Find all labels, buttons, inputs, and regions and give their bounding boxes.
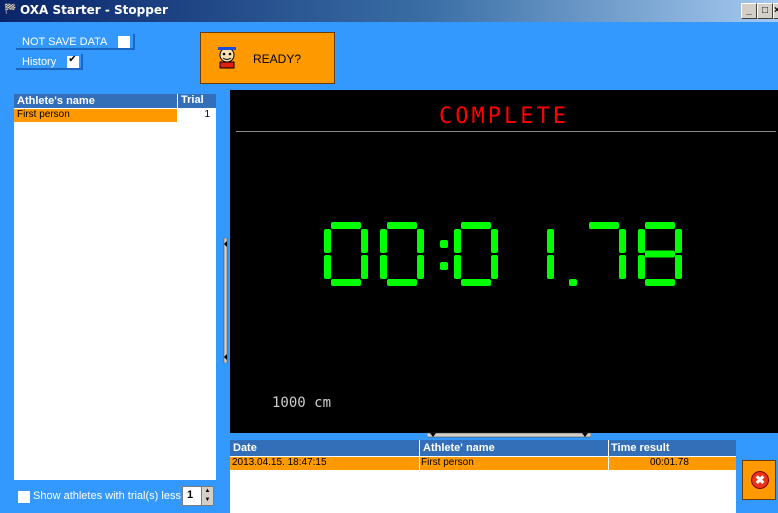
time-digits: [324, 222, 682, 286]
close-circle-icon: ✖: [751, 471, 769, 489]
stop-button[interactable]: ✖: [742, 460, 776, 500]
ready-button[interactable]: READY?: [200, 32, 335, 84]
athlete-trial-cell[interactable]: 1: [177, 109, 216, 122]
minimize-button[interactable]: _: [741, 3, 757, 19]
horizontal-splitter[interactable]: [427, 432, 591, 438]
athlete-row[interactable]: First person 1: [14, 109, 216, 122]
trial-filter-checkbox[interactable]: [18, 491, 30, 503]
result-date-cell: 2013.04.15. 18:47:15: [232, 457, 327, 468]
column-trial[interactable]: Trial: [177, 94, 216, 108]
column-time-result[interactable]: Time result: [611, 442, 670, 454]
trial-filter: Show athletes with trial(s) less than: 1…: [14, 486, 216, 508]
app-icon: 🏁: [4, 4, 17, 15]
result-row[interactable]: 2013.04.15. 18:47:15 First person 00:01.…: [230, 457, 736, 470]
vertical-splitter[interactable]: [223, 238, 228, 363]
athlete-name-cell: First person: [17, 109, 70, 120]
distance-text: 1000 cm: [272, 395, 332, 411]
trial-filter-stepper[interactable]: 1 ▲ ▼: [182, 486, 214, 506]
athlete-list[interactable]: Athlete's name Trial First person 1: [14, 94, 216, 480]
seven-segment-time: [324, 222, 682, 286]
trial-filter-value: 1: [187, 489, 194, 501]
column-date[interactable]: Date: [233, 442, 257, 454]
results-header: Date Athlete' name Time result: [230, 440, 736, 456]
window-title: OXA Starter - Stopper: [20, 3, 168, 17]
results-table[interactable]: Date Athlete' name Time result 2013.04.1…: [230, 440, 736, 513]
column-divider: [608, 440, 609, 470]
result-athlete-cell: First person: [421, 457, 474, 468]
not-save-data-frame: [16, 34, 135, 50]
column-athlete[interactable]: Athlete' name: [423, 442, 495, 454]
column-athlete-name[interactable]: Athlete's name: [17, 95, 95, 107]
column-divider: [419, 440, 420, 470]
close-window-button[interactable]: ×: [773, 3, 778, 19]
history-frame: [16, 54, 83, 70]
starter-mascot-icon: [215, 46, 239, 70]
elapsed-time: [230, 222, 778, 291]
stepper-arrows-icon[interactable]: ▲ ▼: [201, 487, 213, 505]
ready-label: READY?: [253, 52, 302, 66]
maximize-button[interactable]: □: [757, 3, 773, 19]
athlete-list-header: Athlete's name Trial: [14, 94, 216, 108]
timer-display: COMPLETE 1000 cm: [230, 90, 778, 433]
title-bar: 🏁 OXA Starter - Stopper _ □ ×: [0, 0, 778, 22]
status-divider: [236, 131, 776, 132]
result-time-cell: 00:01.78: [650, 457, 689, 468]
status-text: COMPLETE: [439, 104, 569, 129]
